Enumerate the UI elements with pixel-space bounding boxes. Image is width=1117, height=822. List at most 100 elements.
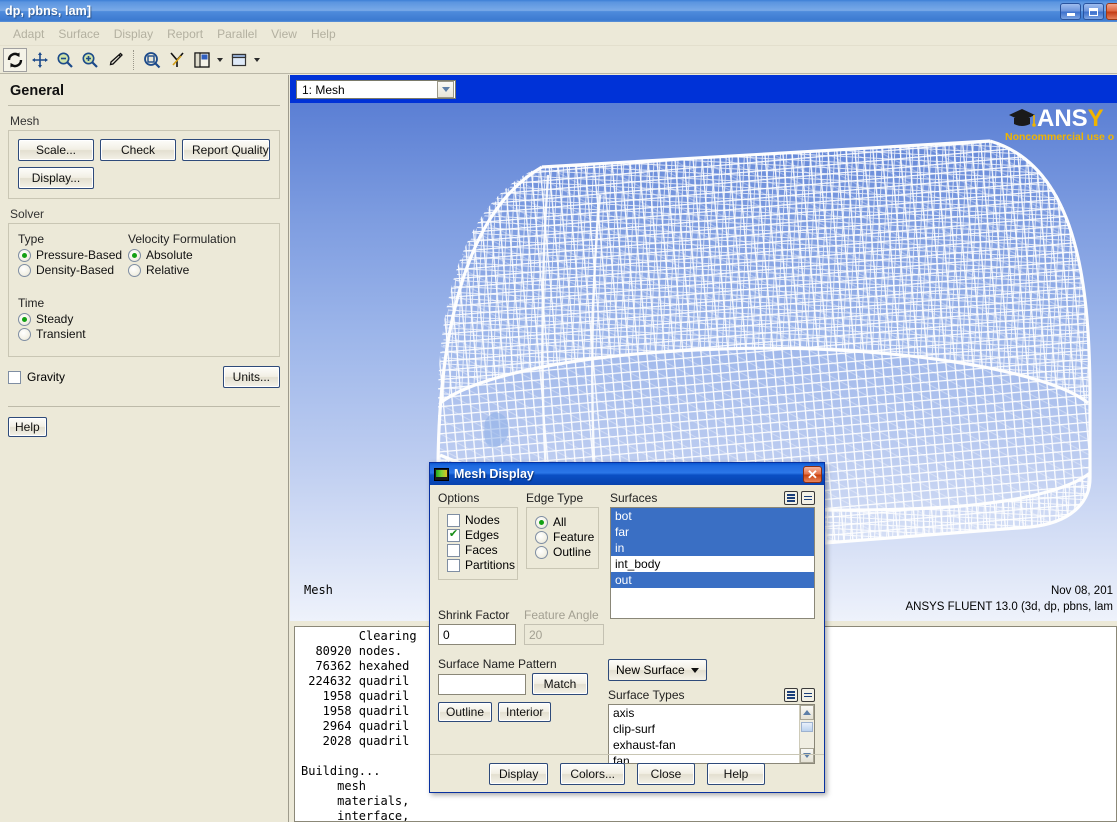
radio-relative-indicator [128,264,141,277]
fluent-application-window: dp, pbns, lam] Adapt Surface Display Rep… [0,0,1117,822]
edge-type-label: Edge Type [526,491,599,505]
radio-steady[interactable]: Steady [18,312,270,326]
surface-name-pattern-input[interactable] [438,674,526,695]
surfaces-item-bot[interactable]: bot [611,508,814,524]
radio-transient[interactable]: Transient [18,327,270,341]
surfaces-listbox[interactable]: bot far in int_body out [610,507,815,619]
shrink-factor-value: 0 [443,628,450,642]
scale-button[interactable]: Scale... [18,139,94,161]
edge-type-group: Edge Type All Feature Outline [526,491,599,569]
toolbar-separator [133,50,135,70]
scroll-up-icon[interactable] [800,705,814,720]
merge-nodes-icon[interactable] [165,48,189,72]
mesh-display-dialog: Mesh Display ✕ Options Nodes Edges [429,462,825,793]
mesh-display-button[interactable]: Display... [18,167,94,189]
menu-surface[interactable]: Surface [51,24,106,44]
probe-picker-icon[interactable] [103,48,127,72]
menu-help[interactable]: Help [304,24,343,44]
feature-angle-input: 20 [524,624,604,645]
checkbox-nodes-label: Nodes [465,513,500,527]
surfaces-item-far[interactable]: far [611,524,814,540]
radio-absolute[interactable]: Absolute [128,248,270,262]
check-button[interactable]: Check [100,139,176,161]
ansys-logo: ANSY Noncommercial use o [997,103,1117,149]
radio-absolute-indicator [128,249,141,262]
rotate-view-icon[interactable] [3,48,27,72]
radio-edge-all[interactable]: All [535,515,590,529]
menu-adapt[interactable]: Adapt [6,24,51,44]
radio-pressure-based-indicator [18,249,31,262]
new-surface-dropdown[interactable]: New Surface [608,659,707,681]
units-button[interactable]: Units... [223,366,280,388]
mesh-group-label: Mesh [8,114,280,128]
minimize-button[interactable] [1060,3,1081,20]
help-button[interactable]: Help [8,417,47,437]
dialog-close-action-button[interactable]: Close [637,763,695,785]
radio-edge-feature-indicator [535,531,548,544]
radio-edge-feature-label: Feature [553,530,594,544]
graphics-window-selector-value: 1: Mesh [297,83,437,97]
radio-edge-feature[interactable]: Feature [535,530,590,544]
menu-parallel[interactable]: Parallel [210,24,264,44]
graphics-footer: Nov 08, 201 ANSYS FLUENT 13.0 (3d, dp, p… [905,583,1113,615]
surface-name-pattern-label: Surface Name Pattern [438,657,603,671]
close-button[interactable] [1106,3,1117,20]
mesh-display-icon [434,468,449,481]
checkbox-nodes[interactable]: Nodes [447,513,509,527]
surfaces-item-int-body[interactable]: int_body [611,556,814,572]
layout-panels-icon[interactable] [190,48,214,72]
surface-types-select-all-icon[interactable] [784,688,798,702]
zoom-in-icon[interactable] [78,48,102,72]
graphics-footer-version: ANSYS FLUENT 13.0 (3d, dp, pbns, lam [905,599,1113,615]
radio-density-based[interactable]: Density-Based [18,263,128,277]
window-color-dropdown-arrow[interactable] [252,49,262,71]
chevron-down-icon[interactable] [437,81,454,98]
surfaces-deselect-all-icon[interactable] [801,491,815,505]
page-title: General [8,81,280,104]
maximize-button[interactable] [1083,3,1104,20]
checkbox-partitions[interactable]: Partitions [447,558,509,572]
solver-type-label: Type [18,232,128,246]
surfaces-select-all-icon[interactable] [784,491,798,505]
surface-types-item-axis[interactable]: axis [609,705,814,721]
menu-report[interactable]: Report [160,24,210,44]
dialog-close-button[interactable]: ✕ [803,466,822,483]
outline-button[interactable]: Outline [438,702,492,722]
velocity-formulation-label: Velocity Formulation [128,232,270,246]
graduation-cap-icon [1007,107,1037,129]
window-title: dp, pbns, lam] [0,4,91,18]
surfaces-item-out[interactable]: out [611,572,814,588]
radio-edge-outline[interactable]: Outline [535,545,590,559]
report-quality-button[interactable]: Report Quality [182,139,270,161]
interior-button[interactable]: Interior [498,702,551,722]
radio-relative[interactable]: Relative [128,263,270,277]
surface-types-item-exhaust-fan[interactable]: exhaust-fan [609,737,814,753]
radio-steady-label: Steady [36,312,73,326]
surfaces-item-in[interactable]: in [611,540,814,556]
dialog-colors-button[interactable]: Colors... [560,763,625,785]
window-color-icon[interactable] [227,48,251,72]
gravity-label: Gravity [27,370,65,384]
dialog-help-button[interactable]: Help [707,763,765,785]
menu-display[interactable]: Display [107,24,160,44]
shrink-factor-input[interactable]: 0 [438,624,516,645]
surface-types-deselect-all-icon[interactable] [801,688,815,702]
zoom-to-fit-icon[interactable] [140,48,164,72]
radio-pressure-based[interactable]: Pressure-Based [18,248,128,262]
menu-view[interactable]: View [264,24,304,44]
match-button[interactable]: Match [532,673,588,695]
checkbox-edges[interactable]: Edges [447,528,509,542]
surface-types-item-clip-surf[interactable]: clip-surf [609,721,814,737]
layout-dropdown-arrow[interactable] [215,49,225,71]
graphics-mesh-label: Mesh [304,583,333,597]
zoom-out-icon[interactable] [53,48,77,72]
pan-view-icon[interactable] [28,48,52,72]
graphics-window-selector[interactable]: 1: Mesh [296,80,456,99]
options-group: Options Nodes Edges Faces [438,491,518,580]
scrollbar-thumb[interactable] [801,722,813,732]
checkbox-faces[interactable]: Faces [447,543,509,557]
radio-edge-outline-indicator [535,546,548,559]
gravity-checkbox[interactable] [8,371,21,384]
radio-pressure-based-label: Pressure-Based [36,248,122,262]
dialog-display-button[interactable]: Display [489,763,548,785]
